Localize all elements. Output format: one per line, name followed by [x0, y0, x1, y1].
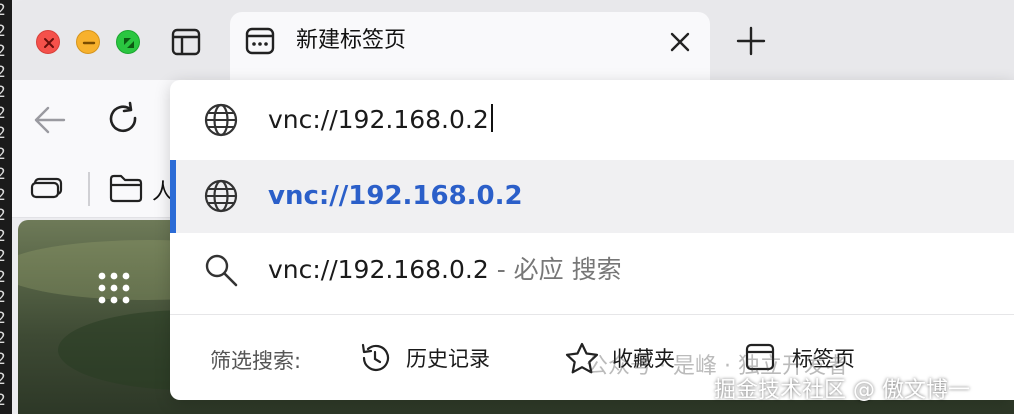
filter-history-button[interactable]: 历史记录 [358, 337, 518, 377]
minimize-window-button[interactable] [76, 30, 100, 54]
filter-label: 筛选搜索: [210, 349, 302, 373]
close-x-icon [44, 38, 54, 48]
address-input[interactable]: vnc://192.168.0.2 [268, 102, 493, 138]
edge-char: 2 [0, 143, 6, 163]
edge-char: 2 [0, 307, 6, 327]
edge-char: 2 [0, 41, 6, 60]
fullscreen-window-button[interactable] [116, 30, 140, 54]
edge-char: 2 [0, 266, 6, 286]
edge-char: 2 [0, 82, 6, 101]
favorites-folder-icon[interactable] [108, 172, 144, 204]
suggestion-row[interactable]: vnc://192.168.0.2 - 必应 搜索 [170, 233, 1014, 308]
text-caret [490, 104, 493, 132]
edge-char: 2 [0, 184, 6, 204]
favorites-divider [88, 172, 90, 206]
suggestion-engine: - 必应 搜索 [488, 255, 622, 284]
back-button[interactable] [30, 100, 70, 140]
new-tab-button[interactable] [734, 24, 768, 58]
globe-icon [202, 101, 240, 139]
suggestion-search: vnc://192.168.0.2 - 必应 搜索 [268, 252, 622, 288]
collections-icon[interactable] [30, 176, 64, 200]
edge-char: 2 [0, 348, 6, 368]
edge-char: 2 [0, 61, 6, 81]
suggestion-url: vnc://192.168.0.2 [268, 181, 523, 211]
filter-history-label: 历史记录 [406, 347, 490, 371]
edge-char: 2 [0, 389, 6, 409]
watermark-credit: 掘金技术社区 @ 傲文博一 [714, 378, 970, 403]
close-icon [670, 32, 690, 52]
address-bar[interactable]: vnc://192.168.0.2 [170, 80, 1014, 160]
title-bar: 新建标签页 [12, 0, 1014, 80]
globe-icon [202, 177, 240, 215]
grid-dots-icon [98, 272, 130, 304]
fullscreen-icon [124, 38, 134, 48]
edge-char: 2 [0, 123, 6, 142]
app-launcher-button[interactable] [94, 268, 134, 308]
edge-char: 2 [0, 369, 6, 388]
suggestion-query: vnc://192.168.0.2 [268, 255, 489, 284]
tab-new-tab[interactable]: 新建标签页 [230, 12, 710, 80]
arrow-left-icon [34, 106, 66, 134]
minimize-icon [82, 41, 96, 45]
search-icon [202, 251, 240, 289]
plus-icon [736, 26, 766, 56]
selected-indicator [170, 160, 176, 233]
suggestion-row[interactable]: vnc://192.168.0.2 [170, 160, 1014, 233]
edge-char: 2 [0, 205, 6, 224]
edge-char: 2 [0, 287, 6, 306]
sidebar-toggle-button[interactable] [170, 26, 202, 58]
sidebar-icon [171, 28, 201, 56]
tab-close-button[interactable] [666, 28, 694, 56]
reload-button[interactable] [104, 100, 144, 140]
terminal-edge-strip: 2 2 2 2 2 2 2 2 2 2 2 2 2 2 2 2 2 2 2 2 [0, 0, 12, 414]
new-tab-page-icon [244, 26, 276, 56]
address-input-value: vnc://192.168.0.2 [268, 105, 489, 134]
edge-char: 2 [0, 0, 6, 19]
reload-icon [109, 101, 137, 133]
edge-char: 2 [0, 328, 6, 347]
history-icon [361, 343, 390, 371]
tab-title: 新建标签页 [296, 28, 407, 53]
edge-char: 2 [0, 102, 6, 122]
edge-char: 2 [0, 20, 6, 40]
edge-char: 2 [0, 225, 6, 245]
close-window-button[interactable] [36, 30, 60, 54]
edge-char: 2 [0, 246, 6, 265]
edge-char: 2 [0, 164, 6, 183]
